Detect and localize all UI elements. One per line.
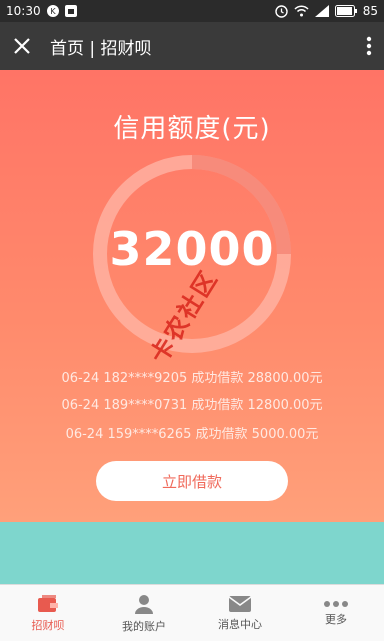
alarm-icon — [275, 4, 288, 18]
more-vert-icon[interactable] — [366, 36, 372, 56]
battery-level: 85 — [362, 4, 378, 18]
borrow-now-button[interactable]: 立即借款 — [96, 461, 288, 501]
tab-message-center[interactable]: 消息中心 — [192, 585, 288, 641]
signal-icon — [314, 5, 329, 17]
wallet-icon — [36, 594, 60, 614]
battery-icon — [334, 5, 357, 17]
notification-app-icon — [64, 5, 77, 17]
loan-record: 06-24 182****9205 成功借款 28800.00元 — [61, 371, 323, 386]
tab-zhaocaibei[interactable]: 招财呗 — [0, 585, 96, 641]
loan-record: 06-24 189****0731 成功借款 12800.00元 — [61, 398, 323, 413]
app-bar: 首页 | 招财呗 — [0, 22, 384, 70]
status-bar: 10:30 K 85 — [0, 0, 384, 22]
tab-more[interactable]: 更多 — [288, 585, 384, 641]
loan-record: 06-24 159****6265 成功借款 5000.00元 — [65, 427, 319, 442]
wifi-icon — [294, 5, 309, 17]
credit-hero: 信用额度(元) 32000 06-24 182****9205 成功借款 288… — [0, 70, 384, 522]
tab-label: 更多 — [325, 612, 347, 626]
bottom-tab-bar: 招财呗 我的账户 消息中心 更多 — [0, 584, 384, 641]
user-icon — [133, 593, 155, 615]
status-time: 10:30 — [6, 4, 41, 18]
svg-text:K: K — [50, 7, 56, 16]
notification-k-icon: K — [46, 5, 59, 17]
page-title: 首页 | 招财呗 — [50, 38, 152, 59]
tab-label: 招财呗 — [31, 618, 65, 632]
close-icon[interactable] — [12, 36, 32, 56]
promo-band — [0, 522, 384, 584]
tab-my-account[interactable]: 我的账户 — [96, 585, 192, 641]
more-icon — [323, 600, 349, 608]
tab-label: 我的账户 — [122, 619, 166, 633]
mail-icon — [228, 595, 252, 613]
tab-label: 消息中心 — [218, 617, 262, 631]
credit-limit-title: 信用额度(元) — [113, 114, 271, 144]
